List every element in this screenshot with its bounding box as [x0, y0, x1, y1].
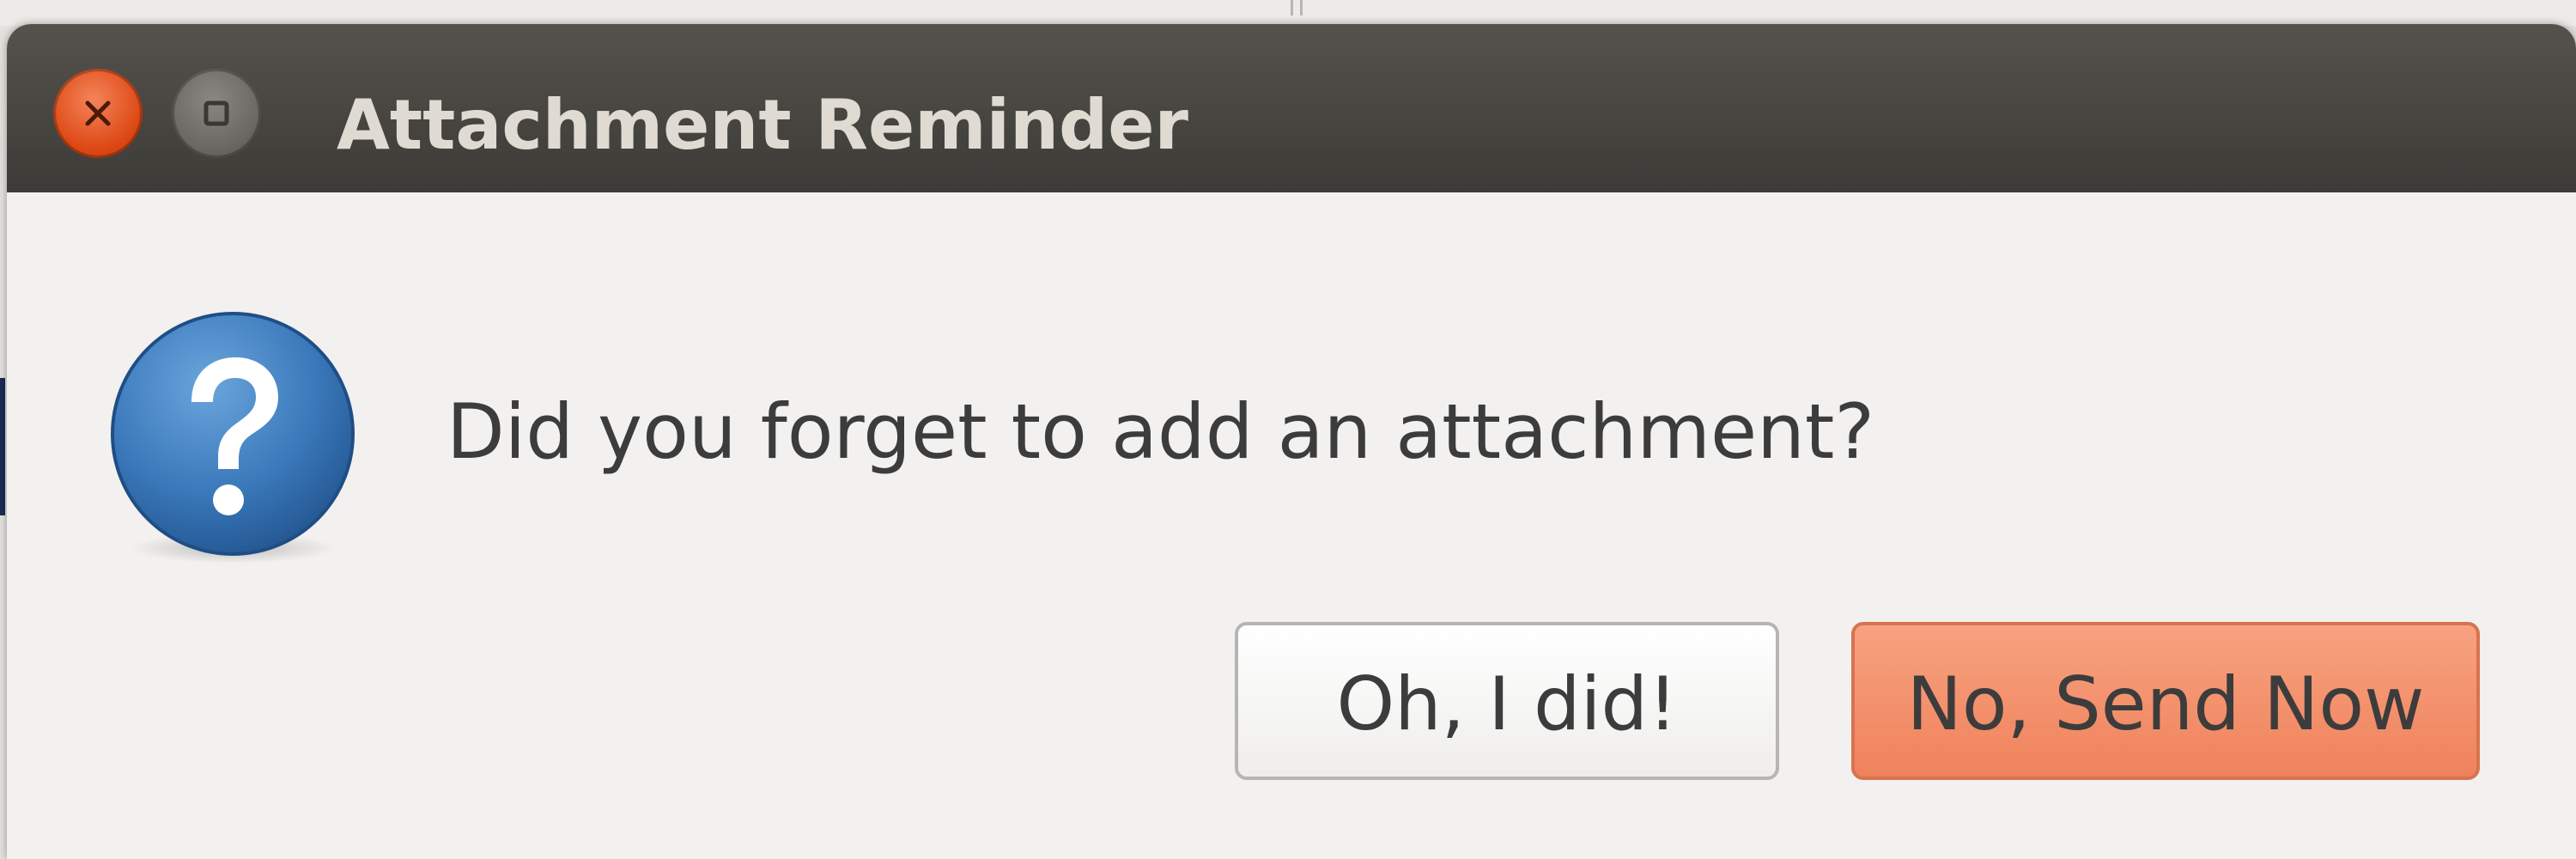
attachment-reminder-dialog: Attachment Reminder Did you forget to ad… [7, 24, 2576, 859]
maximize-icon [204, 101, 229, 126]
close-icon [85, 101, 111, 126]
maximize-button[interactable] [172, 69, 261, 158]
window-title: Attachment Reminder [337, 85, 1188, 165]
oh-i-did-button[interactable]: Oh, I did! [1235, 622, 1779, 780]
send-now-button[interactable]: No, Send Now [1851, 622, 2480, 780]
question-icon [111, 312, 355, 564]
background-window-edge [0, 378, 5, 515]
dialog-message: Did you forget to add an attachment? [447, 387, 1875, 476]
desktop-background [0, 0, 2576, 26]
close-button[interactable] [53, 69, 143, 158]
title-bar: Attachment Reminder [7, 24, 2576, 192]
splitter-grip[interactable] [1279, 0, 1314, 15]
